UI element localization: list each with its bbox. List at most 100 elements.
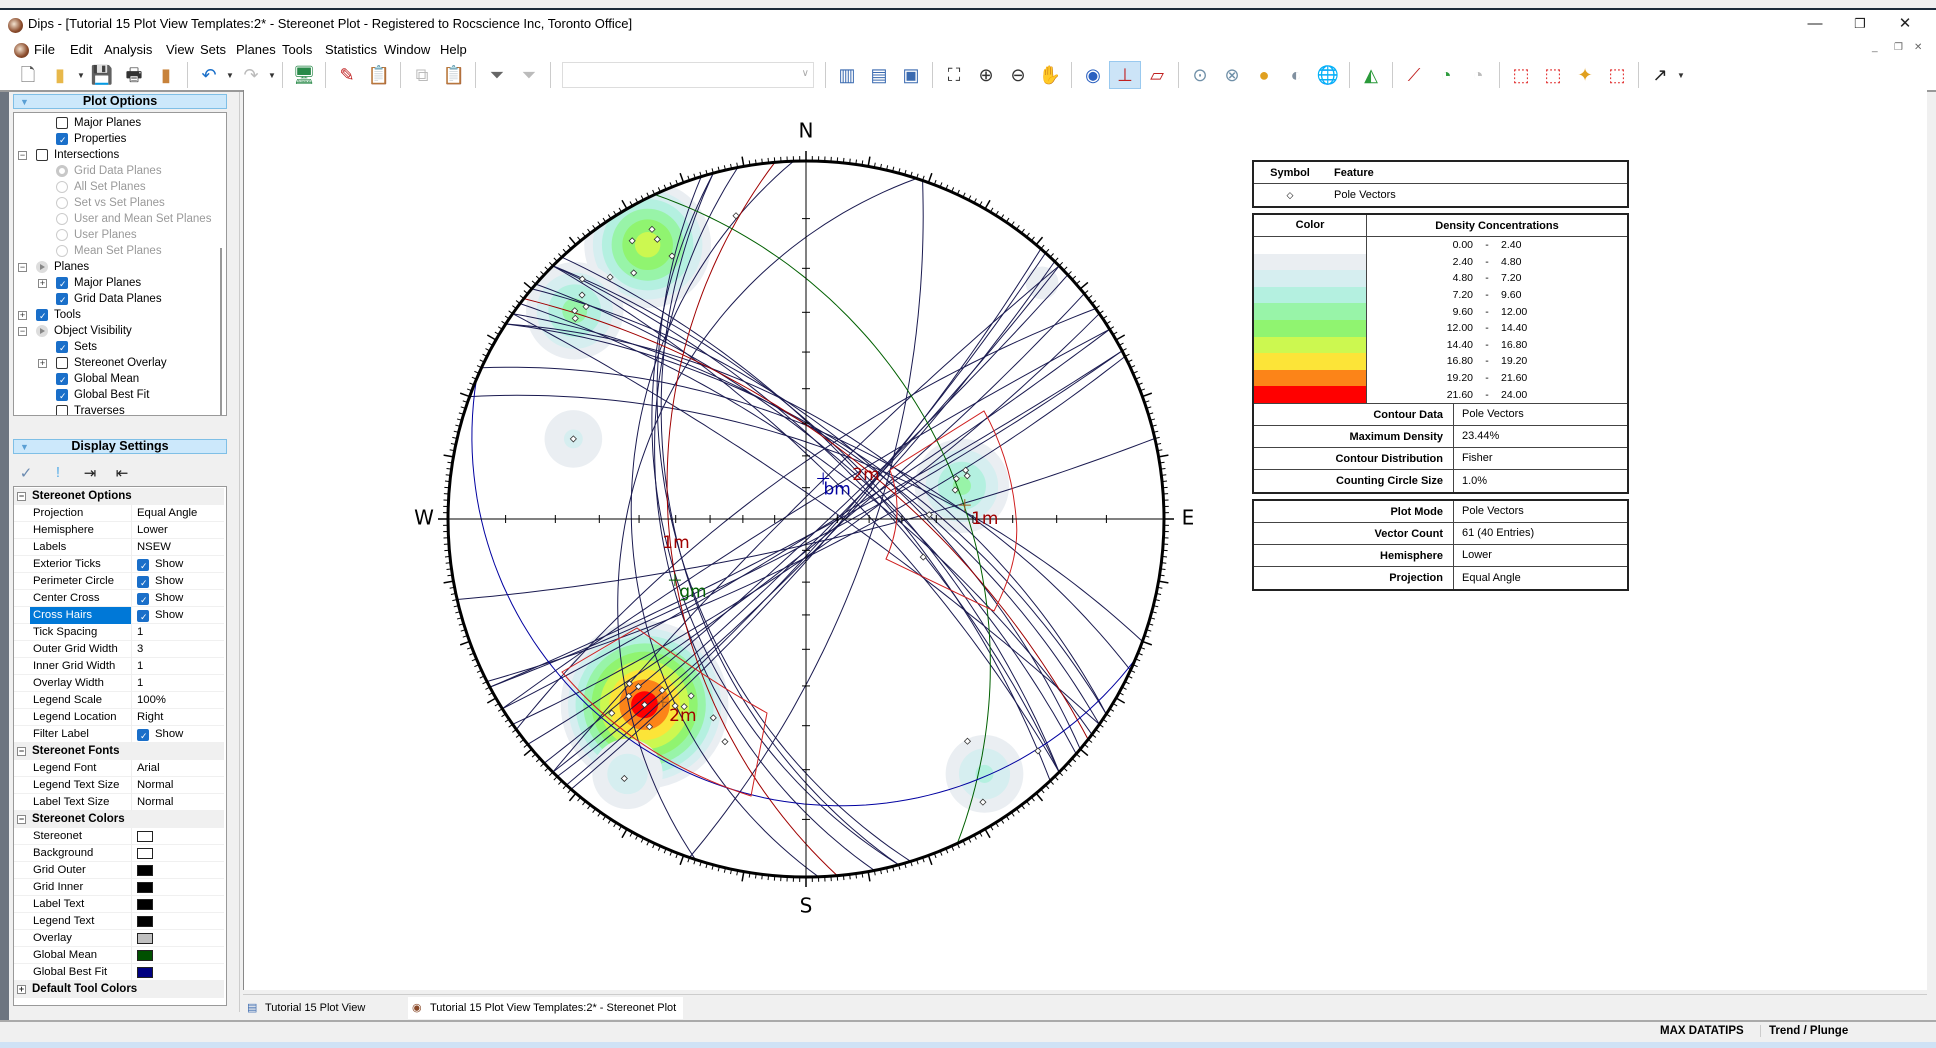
tree-item-planes[interactable]: Planes: [36, 259, 89, 275]
checkbox[interactable]: [56, 405, 68, 415]
tree-item-global-mean[interactable]: Global Mean: [56, 371, 139, 388]
show-checkbox[interactable]: [137, 728, 149, 745]
pole-view-icon[interactable]: ⊙: [1184, 61, 1216, 89]
property-row-legend-scale[interactable]: Legend Scale 100%: [14, 692, 224, 709]
property-row-filter-label[interactable]: Filter Label Show: [14, 726, 224, 745]
collapse-icon[interactable]: −: [18, 151, 27, 160]
tree-item-object-visibility[interactable]: Object Visibility: [36, 323, 132, 339]
apply-check-icon[interactable]: ✓: [17, 464, 35, 486]
color-swatch[interactable]: [137, 882, 153, 893]
property-row-exterior-ticks[interactable]: Exterior Ticks Show: [14, 556, 224, 575]
radio-button[interactable]: [56, 245, 68, 257]
section-stereonet-options[interactable]: − Stereonet Options: [14, 488, 224, 505]
chevron-down-icon[interactable]: ∨: [802, 68, 809, 79]
color-swatch[interactable]: [137, 831, 153, 842]
property-value[interactable]: Show: [134, 573, 183, 592]
show-checkbox[interactable]: [137, 558, 149, 575]
partial-state-icon[interactable]: [36, 325, 48, 337]
tree-item-sets[interactable]: Sets: [56, 339, 97, 356]
expand-icon[interactable]: +: [38, 359, 47, 368]
collapse-icon[interactable]: −: [18, 263, 27, 272]
section-stereonet-fonts[interactable]: − Stereonet Fonts: [14, 743, 224, 760]
property-row-outer-grid-width[interactable]: Outer Grid Width 3: [14, 641, 224, 658]
auto-set-icon[interactable]: ✦: [1569, 61, 1601, 89]
property-row-legend-location[interactable]: Legend Location Right: [14, 709, 224, 726]
minimize-icon[interactable]: —: [1795, 12, 1835, 36]
color-swatch[interactable]: [137, 865, 153, 876]
save-icon[interactable]: 💾: [86, 61, 118, 89]
edit-document-icon[interactable]: ✎: [331, 61, 363, 89]
property-row-projection[interactable]: Projection Equal Angle: [14, 505, 224, 522]
property-value[interactable]: [134, 879, 153, 896]
import-settings-icon[interactable]: ⇤: [113, 464, 131, 486]
property-row-inner-grid-width[interactable]: Inner Grid Width 1: [14, 658, 224, 675]
add-set-window-icon[interactable]: ⬚: [1505, 61, 1537, 89]
radio-button[interactable]: [56, 229, 68, 241]
menu-window[interactable]: Window: [384, 42, 430, 57]
coordinate-mode-status[interactable]: Trend / Plunge: [1760, 1025, 1848, 1037]
checkbox[interactable]: [36, 149, 48, 161]
property-row-label-text-size[interactable]: Label Text Size Normal: [14, 794, 224, 811]
radio-button[interactable]: [56, 213, 68, 225]
tile-vertical-icon[interactable]: ▥: [831, 61, 863, 89]
tree-item-major-planes[interactable]: Major Planes: [56, 115, 141, 131]
expand-icon[interactable]: +: [18, 311, 27, 320]
tree-item-properties[interactable]: Properties: [56, 131, 126, 148]
document-icon[interactable]: [14, 43, 29, 58]
collapsed-side-panels[interactable]: [0, 92, 9, 1032]
default-exclamation-icon[interactable]: !: [49, 464, 67, 486]
tree-item-all-set-planes[interactable]: All Set Planes: [56, 179, 146, 195]
tile-horizontal-icon[interactable]: ▤: [863, 61, 895, 89]
dropdown-arrow-icon[interactable]: ▼: [1676, 71, 1686, 80]
edit-plane-icon[interactable]: ◔: [1462, 61, 1494, 89]
property-row-stereonet[interactable]: Stereonet: [14, 828, 224, 845]
menu-sets[interactable]: Sets: [200, 42, 226, 57]
property-row-perimeter-circle[interactable]: Perimeter Circle Show: [14, 573, 224, 592]
tree-item-grid-data-planes[interactable]: Grid Data Planes: [56, 163, 162, 179]
major-planes-view-icon[interactable]: ◐: [1280, 61, 1312, 89]
tab-1[interactable]: ▤Tutorial 15 Plot View Templates:1*: [243, 997, 408, 1036]
checkbox[interactable]: [56, 132, 68, 148]
property-value[interactable]: Show: [134, 607, 183, 626]
checkbox[interactable]: [56, 117, 68, 129]
property-value[interactable]: [134, 947, 153, 964]
property-value[interactable]: [134, 845, 153, 862]
checkbox[interactable]: [56, 372, 68, 388]
collapse-icon[interactable]: −: [18, 327, 27, 336]
copy-icon[interactable]: ⧉: [406, 61, 438, 89]
menu-analysis[interactable]: Analysis: [104, 42, 152, 57]
redo-icon[interactable]: ↷: [235, 61, 267, 89]
chart-icon[interactable]: ◭: [1355, 61, 1387, 89]
color-swatch[interactable]: [137, 916, 153, 927]
property-value[interactable]: 1: [134, 675, 143, 692]
paste-icon[interactable]: 📋: [438, 61, 470, 89]
checkbox[interactable]: [56, 276, 68, 292]
new-view-icon[interactable]: ▣: [895, 61, 927, 89]
menu-help[interactable]: Help: [440, 42, 467, 57]
property-value[interactable]: Show: [134, 590, 183, 609]
property-row-label-text[interactable]: Label Text: [14, 896, 224, 913]
scatter-view-icon[interactable]: ⊗: [1216, 61, 1248, 89]
tree-item-major-planes[interactable]: Major Planes: [56, 275, 141, 292]
stereonet-plot[interactable]: N S E W 1m 2m gm bm 1m 2m: [244, 90, 1928, 990]
tree-item-grid-data-planes[interactable]: Grid Data Planes: [56, 291, 162, 308]
pan-hand-icon[interactable]: ✋: [1034, 61, 1066, 89]
menu-planes[interactable]: Planes: [236, 42, 276, 57]
section-stereonet-colors[interactable]: − Stereonet Colors: [14, 811, 224, 828]
property-value[interactable]: Show: [134, 556, 183, 575]
mdi-restore-icon[interactable]: ❐: [1894, 42, 1903, 53]
plane-plot-icon[interactable]: ▱: [1141, 61, 1173, 89]
collapse-triangle-icon[interactable]: ▼: [20, 441, 29, 454]
color-swatch[interactable]: [137, 933, 153, 944]
property-row-cross-hairs[interactable]: Cross Hairs Show: [14, 607, 224, 626]
property-value[interactable]: [134, 913, 153, 930]
property-row-grid-outer[interactable]: Grid Outer: [14, 862, 224, 879]
menu-file[interactable]: File: [34, 42, 55, 57]
property-row-background[interactable]: Background: [14, 845, 224, 862]
export-settings-icon[interactable]: ⇥: [81, 464, 99, 486]
stereonet-plot-view[interactable]: N S E W 1m 2m gm bm 1m 2m Symbol Feature ◇ Pole V…: [243, 90, 1927, 990]
dropdown-arrow-icon[interactable]: ▼: [76, 71, 86, 80]
menu-statistics[interactable]: Statistics: [325, 42, 377, 57]
color-swatch[interactable]: [137, 899, 153, 910]
add-freehand-window-icon[interactable]: ⬚: [1537, 61, 1569, 89]
